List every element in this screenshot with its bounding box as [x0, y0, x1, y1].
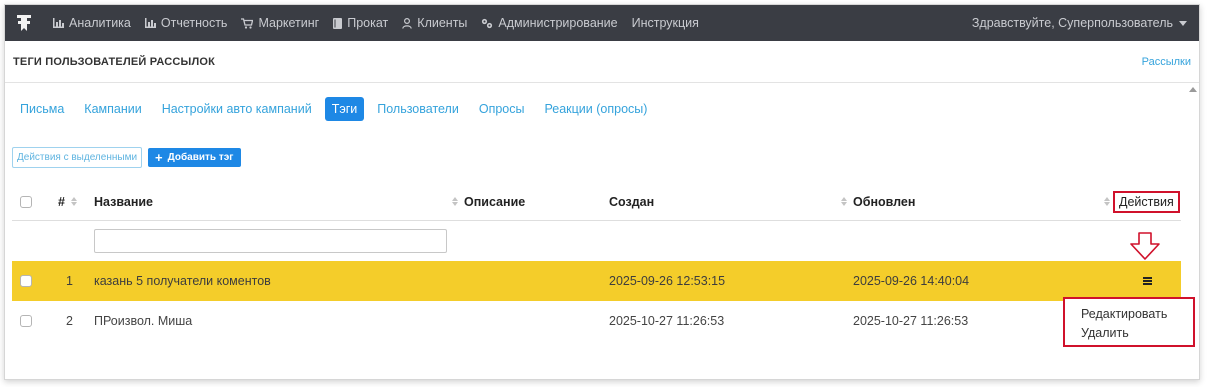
row-actions-cell	[1143, 261, 1152, 301]
row-actions-menu-icon[interactable]	[1143, 276, 1152, 286]
nav-item-label: Аналитика	[69, 16, 131, 30]
nav-item-clients[interactable]: Клиенты	[402, 16, 467, 30]
name-filter-cell	[94, 221, 447, 261]
col-updated-label: Обновлен	[853, 194, 916, 209]
row-num: 2	[66, 314, 73, 328]
tab-letters[interactable]: Письма	[13, 97, 71, 121]
nav-item-label: Маркетинг	[258, 16, 320, 30]
sort-icon	[841, 197, 847, 206]
row-created: 2025-10-27 11:26:53	[609, 314, 725, 328]
annotation-down-arrow-icon	[1129, 232, 1161, 265]
nav-item-label: Прокат	[347, 16, 389, 30]
col-created-label: Создан	[609, 194, 655, 209]
cart-icon	[241, 17, 254, 29]
nav-item-analytics[interactable]: Аналитика	[53, 16, 131, 30]
user-menu[interactable]: Здравствуйте, Суперпользователь	[972, 5, 1187, 41]
select-all-checkbox[interactable]	[20, 195, 32, 208]
table-row[interactable]: 2 ПРоизвол. Миша 2025-10-27 11:26:53 202…	[12, 301, 1181, 341]
row-updated: 2025-10-27 11:26:53	[853, 314, 969, 328]
app-logo[interactable]	[9, 5, 39, 41]
tab-surveys[interactable]: Опросы	[472, 97, 532, 121]
row-name: казань 5 получатели коментов	[94, 274, 271, 288]
table-row[interactable]: 1 казань 5 получатели коментов 2025-09-2…	[12, 261, 1181, 301]
app-window: Аналитика Отчетность Маркетинг Прокат Кл	[4, 4, 1200, 380]
tab-auto-campaign-settings[interactable]: Настройки авто кампаний	[155, 97, 319, 121]
row-checkbox[interactable]	[20, 275, 32, 287]
row-num: 1	[66, 274, 73, 288]
nav-item-label: Отчетность	[160, 16, 228, 30]
top-navbar: Аналитика Отчетность Маркетинг Прокат Кл	[5, 5, 1199, 41]
row-actions-dropdown: Редактировать Удалить	[1063, 297, 1195, 347]
nav-item-reports[interactable]: Отчетность	[144, 16, 228, 30]
tab-bar: Письма Кампании Настройки авто кампаний …	[13, 97, 660, 121]
sort-icon	[452, 197, 458, 206]
table-toolbar: Действия с выделенными + Добавить тэг	[12, 147, 242, 168]
breadcrumb-link-mailings[interactable]: Рассылки	[1142, 56, 1191, 68]
nav-item-instructions[interactable]: Инструкция	[632, 16, 699, 30]
bar-chart-icon	[144, 18, 156, 28]
add-tag-button[interactable]: + Добавить тэг	[148, 148, 242, 167]
col-updated-header[interactable]: Обновлен	[853, 183, 1110, 220]
user-icon	[402, 17, 413, 29]
row-select-cell	[20, 301, 32, 341]
tab-tags[interactable]: Тэги	[324, 97, 365, 121]
nav-item-rental[interactable]: Прокат	[333, 16, 388, 30]
scroll-up-arrow-icon[interactable]	[1189, 87, 1197, 92]
col-actions-header: Действия	[1113, 183, 1180, 220]
filter-row	[12, 221, 1181, 261]
col-actions-label: Действия	[1113, 190, 1180, 213]
nav-item-administration[interactable]: Администрирование	[481, 16, 618, 30]
sort-icon	[70, 197, 77, 206]
cogs-icon	[481, 18, 493, 29]
table-header: # Название Описание Создан Обновлен Дейс…	[12, 183, 1181, 221]
sort-icon	[1104, 197, 1110, 206]
row-select-cell	[20, 261, 32, 301]
row-checkbox[interactable]	[20, 315, 32, 327]
menu-item-edit[interactable]: Редактировать	[1081, 305, 1193, 324]
plus-icon: +	[155, 149, 163, 165]
menu-item-delete[interactable]: Удалить	[1081, 324, 1193, 343]
row-updated: 2025-09-26 14:40:04	[853, 274, 970, 288]
bar-chart-icon	[53, 18, 64, 28]
page-header: ТЕГИ ПОЛЬЗОВАТЕЛЕЙ РАССЫЛОК Рассылки	[5, 41, 1199, 83]
tab-users[interactable]: Пользователи	[370, 97, 466, 121]
bulk-actions-button[interactable]: Действия с выделенными	[12, 147, 143, 168]
col-description-label: Описание	[464, 194, 526, 209]
user-greeting: Здравствуйте, Суперпользователь	[971, 16, 1173, 30]
col-name-header[interactable]: Название	[94, 183, 458, 220]
tab-campaigns[interactable]: Кампании	[77, 97, 148, 121]
nav-item-label: Клиенты	[417, 16, 468, 30]
nav-item-marketing[interactable]: Маркетинг	[241, 16, 319, 30]
tab-survey-reactions[interactable]: Реакции (опросы)	[537, 97, 654, 121]
chevron-down-icon	[1179, 20, 1187, 26]
name-filter-input[interactable]	[94, 229, 447, 253]
add-tag-label: Добавить тэг	[167, 152, 234, 163]
col-name-label: Название	[94, 194, 154, 209]
select-all-cell	[20, 183, 32, 220]
nav-item-label: Администрирование	[498, 16, 618, 30]
logo-icon	[17, 15, 31, 31]
col-num-header[interactable]: #	[58, 183, 77, 220]
page-title: ТЕГИ ПОЛЬЗОВАТЕЛЕЙ РАССЫЛОК	[13, 55, 216, 68]
col-description-header: Описание	[464, 183, 525, 220]
row-name: ПРоизвол. Миша	[94, 314, 193, 328]
row-created: 2025-09-26 12:53:15	[609, 274, 726, 288]
nav-item-label: Инструкция	[631, 16, 699, 30]
col-created-header[interactable]: Создан	[609, 183, 847, 220]
book-icon	[333, 17, 343, 29]
col-num-label: #	[58, 194, 65, 209]
